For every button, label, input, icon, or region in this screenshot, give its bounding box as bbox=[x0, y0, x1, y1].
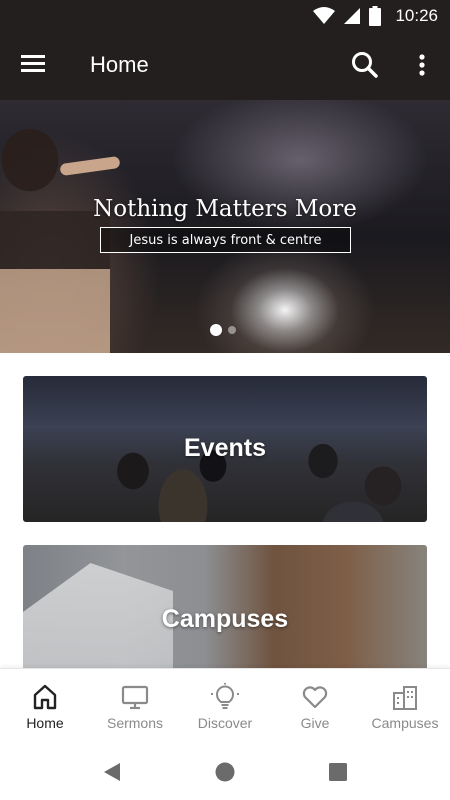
hero-subline-box: Jesus is always front & centre bbox=[100, 227, 351, 253]
nav-label-sermons: Sermons bbox=[106, 715, 164, 731]
app-bar: Home bbox=[0, 32, 450, 100]
wifi-icon bbox=[313, 7, 336, 24]
nav-item-sermons[interactable]: Sermons bbox=[90, 669, 180, 743]
recents-icon[interactable] bbox=[326, 760, 350, 784]
nav-label-campuses: Campuses bbox=[371, 715, 439, 731]
signal-icon bbox=[344, 8, 361, 24]
home-circle-icon[interactable] bbox=[213, 760, 237, 784]
menu-button[interactable] bbox=[20, 52, 50, 80]
nav-item-discover[interactable]: Discover bbox=[180, 669, 270, 743]
nav-item-home[interactable]: Home bbox=[0, 669, 90, 743]
nav-item-campuses[interactable]: Campuses bbox=[360, 669, 450, 743]
events-card[interactable]: Events bbox=[23, 376, 427, 522]
system-navigation-bar bbox=[0, 742, 450, 800]
nav-label-discover: Discover bbox=[197, 715, 253, 731]
hero-subline: Jesus is always front & centre bbox=[129, 232, 322, 248]
battery-icon bbox=[369, 6, 382, 26]
home-icon bbox=[33, 684, 57, 710]
carousel-dot[interactable] bbox=[228, 326, 236, 334]
search-icon bbox=[352, 52, 378, 78]
carousel-indicator bbox=[210, 324, 236, 336]
nav-label-home: Home bbox=[26, 715, 64, 731]
events-card-title: Events bbox=[184, 434, 266, 462]
nav-item-give[interactable]: Give bbox=[270, 669, 360, 743]
status-time: 10:26 bbox=[395, 6, 438, 25]
bottom-navigation: Home Sermons Discover Give Campuses bbox=[0, 668, 450, 742]
nav-label-give: Give bbox=[300, 715, 330, 731]
monitor-icon bbox=[121, 685, 149, 710]
hero-worship-leader-image bbox=[0, 120, 110, 353]
menu-icon bbox=[21, 55, 45, 72]
more-options-button[interactable] bbox=[410, 50, 434, 82]
search-button[interactable] bbox=[350, 50, 382, 82]
heart-icon bbox=[302, 686, 328, 709]
more-vert-icon bbox=[419, 54, 425, 76]
status-icons: 10:26 bbox=[313, 6, 438, 26]
lightbulb-icon bbox=[211, 683, 239, 709]
buildings-icon bbox=[393, 686, 417, 710]
campuses-card-title: Campuses bbox=[161, 605, 289, 633]
status-bar: 10:26 bbox=[0, 0, 450, 32]
back-icon[interactable] bbox=[100, 760, 124, 784]
page-title: Home bbox=[90, 52, 149, 77]
carousel-dot-active[interactable] bbox=[210, 324, 222, 336]
hero-headline: Nothing Matters More bbox=[93, 196, 357, 222]
hero-carousel[interactable]: Nothing Matters More Jesus is always fro… bbox=[0, 100, 450, 353]
